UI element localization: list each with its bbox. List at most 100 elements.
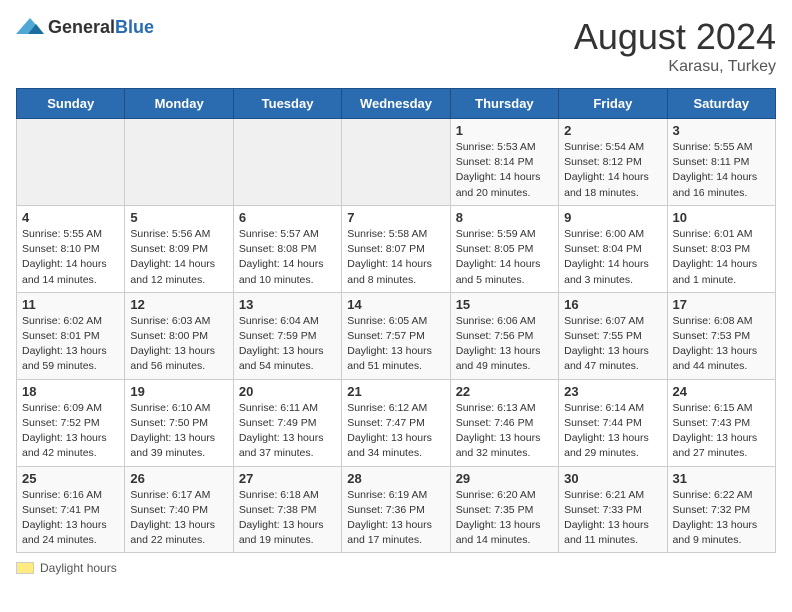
calendar-cell: 23 Sunrise: 6:14 AM Sunset: 7:44 PM Dayli… xyxy=(559,379,667,466)
calendar-cell: 31 Sunrise: 6:22 AM Sunset: 7:32 PM Dayli… xyxy=(667,466,775,553)
calendar-cell: 9 Sunrise: 6:00 AM Sunset: 8:04 PM Daylig… xyxy=(559,205,667,292)
calendar-cell: 17 Sunrise: 6:08 AM Sunset: 7:53 PM Dayli… xyxy=(667,292,775,379)
day-number: 28 xyxy=(347,471,444,486)
cell-sun-info: Sunrise: 5:55 AM Sunset: 8:11 PM Dayligh… xyxy=(673,140,770,201)
day-number: 5 xyxy=(130,210,227,225)
generalblue-logo-icon xyxy=(16,16,44,38)
week-row-3: 11Sunrise: 6:02 AM Sunset: 8:01 PM Dayli… xyxy=(17,292,776,379)
calendar-cell: 28Sunrise: 6:19 AM Sunset: 7:36 PM Dayli… xyxy=(342,466,450,553)
logo: GeneralBlue xyxy=(16,16,154,38)
cell-sun-info: Sunrise: 6:12 AM Sunset: 7:47 PM Dayligh… xyxy=(347,401,444,462)
day-number: 14 xyxy=(347,297,444,312)
day-number: 15 xyxy=(456,297,553,312)
week-row-1: 1Sunrise: 5:53 AM Sunset: 8:14 PM Daylig… xyxy=(17,119,776,206)
day-number: 23 xyxy=(564,384,661,399)
day-number: 25 xyxy=(22,471,119,486)
calendar-cell xyxy=(342,119,450,206)
cell-sun-info: Sunrise: 5:58 AM Sunset: 8:07 PM Dayligh… xyxy=(347,227,444,288)
cell-sun-info: Sunrise: 6:21 AM Sunset: 7:33 PM Dayligh… xyxy=(564,488,661,549)
day-number: 11 xyxy=(22,297,119,312)
day-number: 27 xyxy=(239,471,336,486)
calendar-cell: 18 Sunrise: 6:09 AM Sunset: 7:52 PM Dayli… xyxy=(17,379,125,466)
cell-sun-info: Sunrise: 6:00 AM Sunset: 8:04 PM Dayligh… xyxy=(564,227,661,288)
day-header-saturday: Saturday xyxy=(667,89,775,119)
cell-sun-info: Sunrise: 6:22 AM Sunset: 7:32 PM Dayligh… xyxy=(673,488,770,549)
day-number: 3 xyxy=(673,123,770,138)
calendar-cell: 14Sunrise: 6:05 AM Sunset: 7:57 PM Dayli… xyxy=(342,292,450,379)
week-row-2: 4 Sunrise: 5:55 AM Sunset: 8:10 PM Daylig… xyxy=(17,205,776,292)
calendar-cell: 6Sunrise: 5:57 AM Sunset: 8:08 PM Daylig… xyxy=(233,205,341,292)
daylight-swatch xyxy=(16,562,34,574)
day-number: 31 xyxy=(673,471,770,486)
calendar-cell xyxy=(233,119,341,206)
cell-sun-info: Sunrise: 5:59 AM Sunset: 8:05 PM Dayligh… xyxy=(456,227,553,288)
calendar-cell: 19 Sunrise: 6:10 AM Sunset: 7:50 PM Dayli… xyxy=(125,379,233,466)
cell-sun-info: Sunrise: 6:01 AM Sunset: 8:03 PM Dayligh… xyxy=(673,227,770,288)
footer: Daylight hours xyxy=(16,561,776,575)
logo-general: General xyxy=(48,17,115,37)
calendar-table: SundayMondayTuesdayWednesdayThursdayFrid… xyxy=(16,88,776,553)
cell-sun-info: Sunrise: 6:11 AM Sunset: 7:49 PM Dayligh… xyxy=(239,401,336,462)
day-number: 30 xyxy=(564,471,661,486)
calendar-cell: 12 Sunrise: 6:03 AM Sunset: 8:00 PM Dayli… xyxy=(125,292,233,379)
calendar-cell: 5 Sunrise: 5:56 AM Sunset: 8:09 PM Daylig… xyxy=(125,205,233,292)
calendar-cell: 21Sunrise: 6:12 AM Sunset: 7:47 PM Dayli… xyxy=(342,379,450,466)
cell-sun-info: Sunrise: 6:14 AM Sunset: 7:44 PM Dayligh… xyxy=(564,401,661,462)
logo-blue: Blue xyxy=(115,17,154,37)
cell-sun-info: Sunrise: 6:08 AM Sunset: 7:53 PM Dayligh… xyxy=(673,314,770,375)
cell-sun-info: Sunrise: 5:53 AM Sunset: 8:14 PM Dayligh… xyxy=(456,140,553,201)
day-number: 24 xyxy=(673,384,770,399)
calendar-cell: 1Sunrise: 5:53 AM Sunset: 8:14 PM Daylig… xyxy=(450,119,558,206)
day-number: 22 xyxy=(456,384,553,399)
location: Karasu, Turkey xyxy=(574,58,776,76)
cell-sun-info: Sunrise: 5:56 AM Sunset: 8:09 PM Dayligh… xyxy=(130,227,227,288)
day-number: 13 xyxy=(239,297,336,312)
cell-sun-info: Sunrise: 5:54 AM Sunset: 8:12 PM Dayligh… xyxy=(564,140,661,201)
day-number: 9 xyxy=(564,210,661,225)
day-header-monday: Monday xyxy=(125,89,233,119)
calendar-cell: 24Sunrise: 6:15 AM Sunset: 7:43 PM Dayli… xyxy=(667,379,775,466)
calendar-cell: 16 Sunrise: 6:07 AM Sunset: 7:55 PM Dayli… xyxy=(559,292,667,379)
day-number: 26 xyxy=(130,471,227,486)
calendar-cell: 15Sunrise: 6:06 AM Sunset: 7:56 PM Dayli… xyxy=(450,292,558,379)
calendar-cell: 20Sunrise: 6:11 AM Sunset: 7:49 PM Dayli… xyxy=(233,379,341,466)
calendar-cell: 29Sunrise: 6:20 AM Sunset: 7:35 PM Dayli… xyxy=(450,466,558,553)
calendar-cell: 25 Sunrise: 6:16 AM Sunset: 7:41 PM Dayli… xyxy=(17,466,125,553)
cell-sun-info: Sunrise: 6:16 AM Sunset: 7:41 PM Dayligh… xyxy=(22,488,119,549)
week-row-5: 25 Sunrise: 6:16 AM Sunset: 7:41 PM Dayli… xyxy=(17,466,776,553)
calendar-cell: 7 Sunrise: 5:58 AM Sunset: 8:07 PM Daylig… xyxy=(342,205,450,292)
day-header-wednesday: Wednesday xyxy=(342,89,450,119)
header: GeneralBlue August 2024 Karasu, Turkey xyxy=(16,16,776,76)
calendar-cell xyxy=(125,119,233,206)
calendar-cell: 4 Sunrise: 5:55 AM Sunset: 8:10 PM Daylig… xyxy=(17,205,125,292)
cell-sun-info: Sunrise: 6:09 AM Sunset: 7:52 PM Dayligh… xyxy=(22,401,119,462)
cell-sun-info: Sunrise: 6:20 AM Sunset: 7:35 PM Dayligh… xyxy=(456,488,553,549)
day-number: 6 xyxy=(239,210,336,225)
calendar-cell: 26 Sunrise: 6:17 AM Sunset: 7:40 PM Dayli… xyxy=(125,466,233,553)
calendar-cell: 8 Sunrise: 5:59 AM Sunset: 8:05 PM Daylig… xyxy=(450,205,558,292)
cell-sun-info: Sunrise: 6:10 AM Sunset: 7:50 PM Dayligh… xyxy=(130,401,227,462)
day-number: 7 xyxy=(347,210,444,225)
day-header-thursday: Thursday xyxy=(450,89,558,119)
cell-sun-info: Sunrise: 6:17 AM Sunset: 7:40 PM Dayligh… xyxy=(130,488,227,549)
month-year: August 2024 xyxy=(574,16,776,58)
title-area: August 2024 Karasu, Turkey xyxy=(574,16,776,76)
day-number: 19 xyxy=(130,384,227,399)
calendar-cell: 3 Sunrise: 5:55 AM Sunset: 8:11 PM Daylig… xyxy=(667,119,775,206)
day-number: 4 xyxy=(22,210,119,225)
day-number: 8 xyxy=(456,210,553,225)
cell-sun-info: Sunrise: 6:03 AM Sunset: 8:00 PM Dayligh… xyxy=(130,314,227,375)
day-number: 16 xyxy=(564,297,661,312)
cell-sun-info: Sunrise: 6:18 AM Sunset: 7:38 PM Dayligh… xyxy=(239,488,336,549)
cell-sun-info: Sunrise: 5:55 AM Sunset: 8:10 PM Dayligh… xyxy=(22,227,119,288)
calendar-cell: 2 Sunrise: 5:54 AM Sunset: 8:12 PM Daylig… xyxy=(559,119,667,206)
day-number: 18 xyxy=(22,384,119,399)
day-header-tuesday: Tuesday xyxy=(233,89,341,119)
day-number: 10 xyxy=(673,210,770,225)
day-header-sunday: Sunday xyxy=(17,89,125,119)
day-number: 12 xyxy=(130,297,227,312)
cell-sun-info: Sunrise: 6:07 AM Sunset: 7:55 PM Dayligh… xyxy=(564,314,661,375)
day-number: 2 xyxy=(564,123,661,138)
cell-sun-info: Sunrise: 6:13 AM Sunset: 7:46 PM Dayligh… xyxy=(456,401,553,462)
day-number: 17 xyxy=(673,297,770,312)
